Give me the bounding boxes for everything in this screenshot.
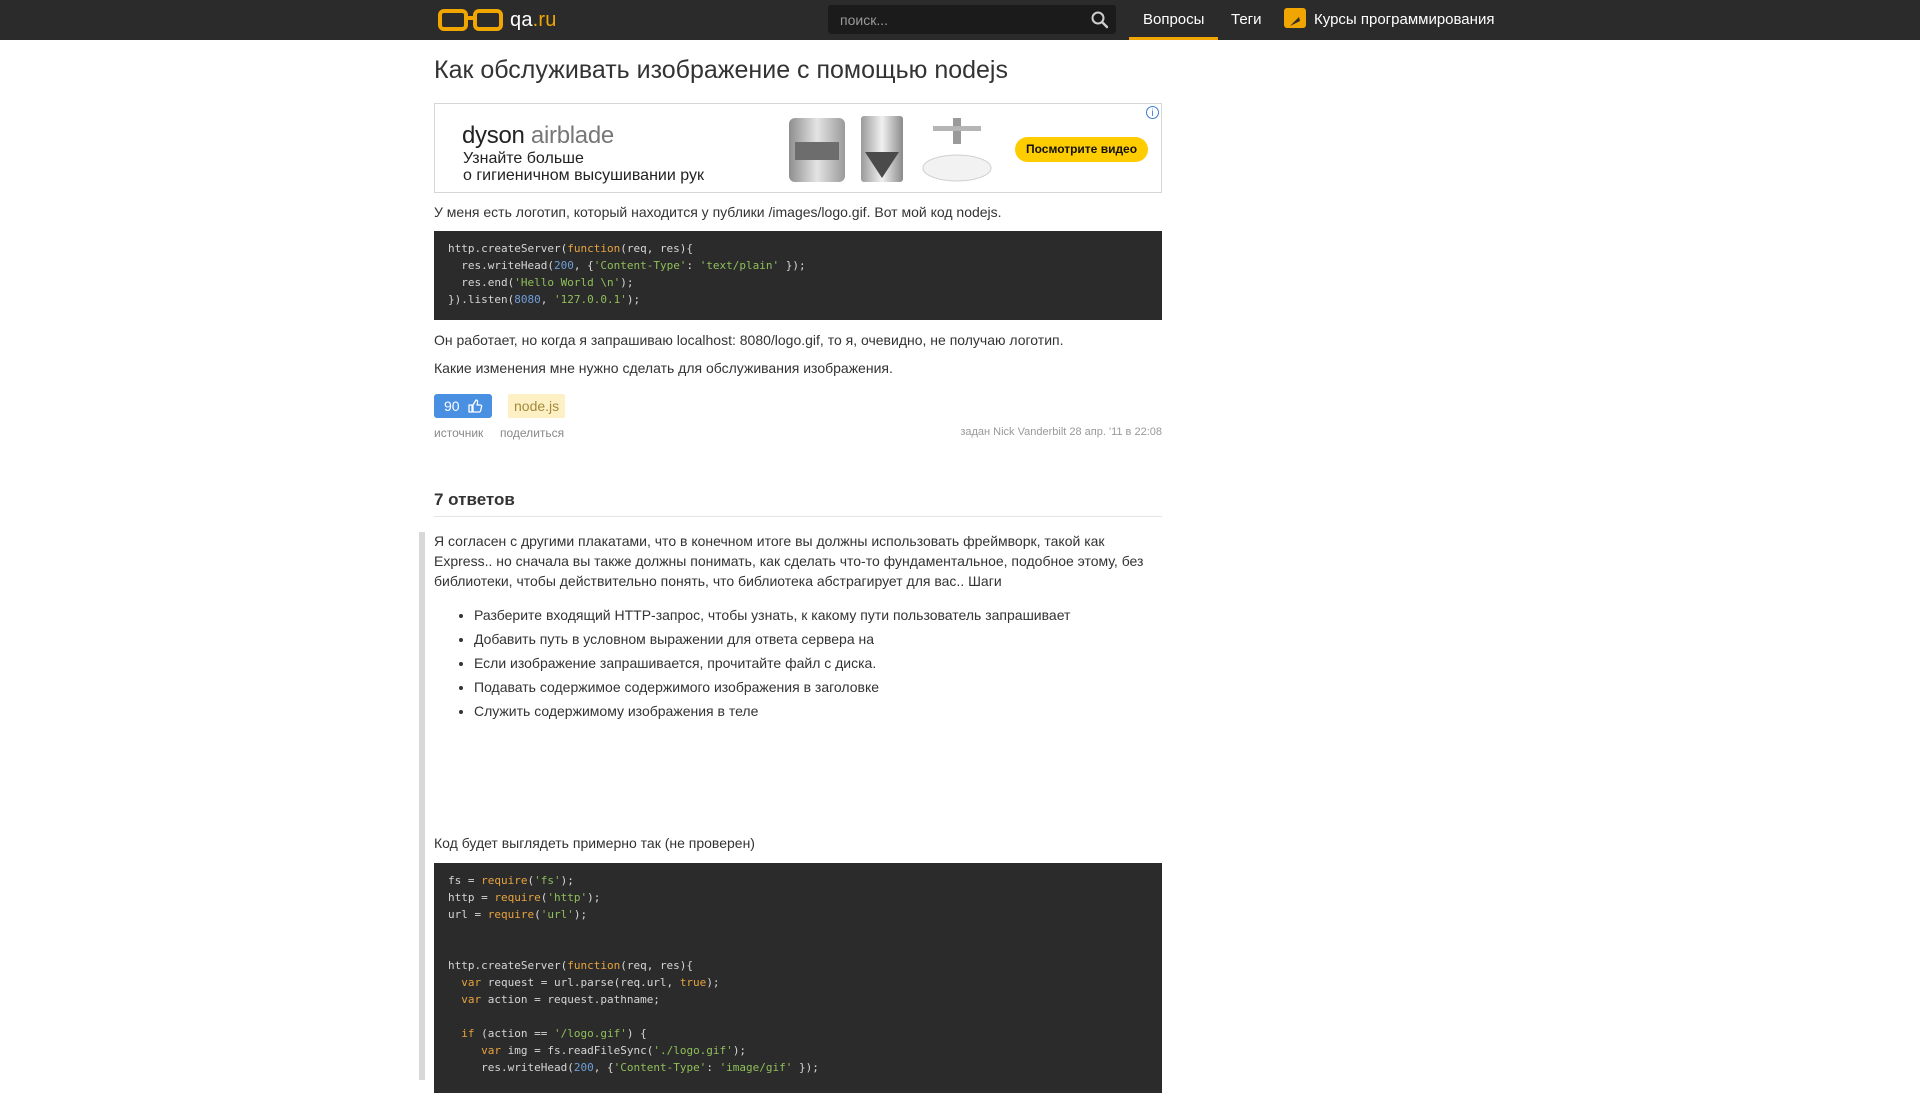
code-line: var action = request.pathname; [461, 993, 660, 1006]
answer-accent-bar [419, 532, 425, 1080]
answers-divider [434, 516, 1162, 517]
search-icon[interactable] [1090, 10, 1110, 30]
list-item: Подавать содержимое содержимого изображе… [474, 675, 1164, 699]
glasses-logo-icon [438, 9, 503, 31]
list-item: Добавить путь в условном выражении для о… [474, 627, 1164, 651]
logo-text: qa.ru [510, 8, 557, 31]
code-line: }).listen(8080, '127.0.0.1'); [448, 293, 641, 306]
ad-banner[interactable]: dyson airblade Узнайте больше о гигиенич… [434, 103, 1162, 193]
code-line: var request = url.parse(req.url, true); [461, 976, 720, 989]
share-link[interactable]: поделиться [500, 426, 564, 440]
code-line: http.createServer(function(req, res){ [448, 959, 694, 972]
ad-text-line-1: Узнайте больше [463, 150, 584, 167]
rocket-icon [1284, 8, 1306, 29]
nav-questions[interactable]: Вопросы [1128, 0, 1219, 40]
question-text-3: Какие изменения мне нужно сделать для об… [434, 360, 893, 376]
ad-text-line-2: о гигиеничном высушивании рук [463, 167, 704, 184]
asked-info: задан Nick Vanderbilt 28 апр. '11 в 22:0… [960, 426, 1162, 438]
upvote-button[interactable]: 90 [434, 394, 492, 418]
hand-dryer-image-1 [789, 118, 845, 182]
question-intro: У меня есть логотип, который находится у… [434, 204, 1002, 220]
nav-tags[interactable]: Теги [1231, 0, 1262, 40]
code-line: ​ [448, 940, 1148, 957]
tag-nodejs[interactable]: node.js [508, 394, 566, 418]
search-box [828, 5, 1116, 34]
vote-count: 90 [444, 398, 460, 414]
code-line: ​ [448, 1008, 1148, 1025]
code-line: var img = fs.readFileSync('./logo.gif'); [481, 1044, 747, 1057]
site-logo[interactable]: qa.ru [438, 6, 557, 34]
question-code-block: http.createServer(function(req, res){ re… [434, 231, 1162, 320]
code-line: res.writeHead(200, {'Content-Type': 'ima… [448, 1061, 819, 1074]
answer-code-block: fs = require('fs'); http = require('http'… [434, 863, 1162, 1093]
ad-brand: dyson airblade [462, 122, 614, 149]
search-input[interactable] [828, 5, 1078, 34]
question-title: Как обслуживать изображение с помощью no… [434, 56, 1008, 84]
question-text-2: Он работает, но когда я запрашиваю local… [434, 332, 1064, 348]
code-line: ​ [448, 923, 1148, 940]
answer-code-intro: Код будет выглядеть примерно так (не про… [434, 835, 755, 851]
code-line: http.createServer(function(req, res){ [448, 242, 694, 255]
code-line: if (action == '/logo.gif') { [461, 1027, 647, 1040]
ad-watch-video-button[interactable]: Посмотрите видео [1015, 137, 1149, 162]
nav-courses[interactable]: Курсы программирования [1284, 0, 1494, 40]
tap-dryer-image [922, 118, 992, 182]
list-item: Разберите входящий HTTP-запрос, чтобы уз… [474, 603, 1164, 627]
answer-steps-list: Разберите входящий HTTP-запрос, чтобы уз… [440, 603, 1164, 723]
nav-courses-label: Курсы программирования [1314, 11, 1495, 28]
answers-heading: 7 ответов [434, 490, 515, 509]
code-line: res.end('Hello World \n'); [448, 276, 634, 289]
top-navbar: qa.ru Вопросы Теги Курсы программировани… [0, 0, 1920, 40]
list-item: Если изображение запрашивается, прочитай… [474, 651, 1164, 675]
code-line: http = require('http'); [448, 891, 601, 904]
code-line: url = require('url'); [448, 908, 588, 921]
hand-dryer-image-2 [861, 116, 903, 182]
code-line: fs = require('fs'); [448, 874, 574, 887]
list-item: Служить содержимому изображения в теле [474, 699, 1164, 723]
code-line: res.writeHead(200, {'Content-Type': 'tex… [448, 259, 806, 272]
ad-info-icon[interactable]: i [1146, 106, 1159, 119]
thumbs-up-icon [468, 399, 483, 413]
answer-text: Я согласен с другими плакатами, что в ко… [434, 533, 1144, 589]
source-link[interactable]: источник [434, 426, 483, 440]
